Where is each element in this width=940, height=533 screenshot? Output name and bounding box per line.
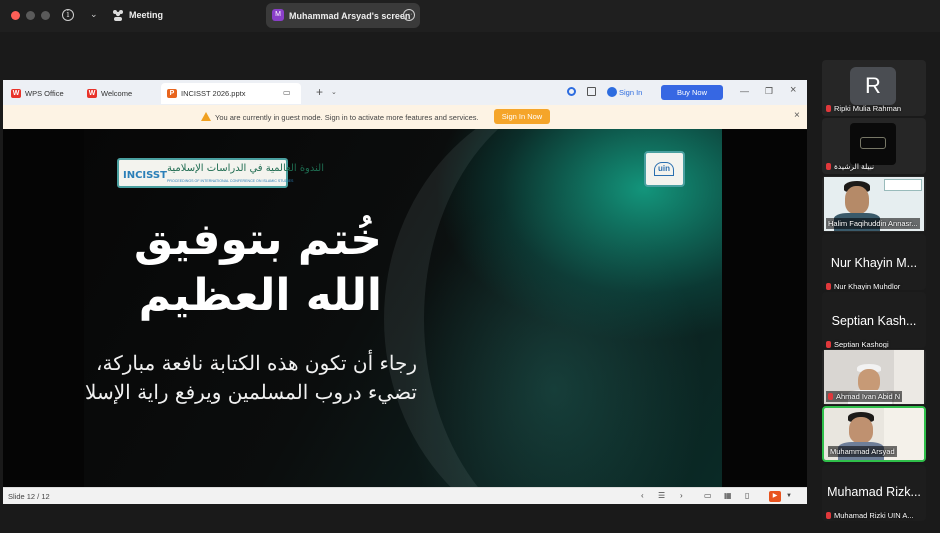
tab-incisst-pptx[interactable]: P INCISST 2026.pptx ▭ — [161, 83, 301, 104]
participant-tile[interactable]: نبيلة الرشيدة — [822, 118, 926, 174]
participant-name: Halim Faqihuddin Annasr... — [826, 218, 920, 229]
warning-icon — [201, 112, 211, 121]
participant-tile[interactable]: Muhamad Rizk... Muhamad Rizki UIN A... — [822, 465, 926, 521]
slide-counter: Slide 12 / 12 — [8, 492, 50, 501]
logo-arabic-text: الندوة العالمية في الدراسات الإسلامية — [167, 163, 324, 174]
sign-in-now-button[interactable]: Sign In Now — [494, 109, 550, 124]
slide: INCISST الندوة العالمية في الدراسات الإس… — [84, 129, 722, 487]
minimize-icon[interactable]: — — [740, 86, 749, 96]
profile-picture — [850, 123, 896, 165]
tab-label: WPS Office — [25, 89, 64, 98]
slide-list-icon[interactable]: ☰ — [658, 491, 665, 500]
slide-body-line-1: رجاء أن تكون هذه الكتابة نافعة مباركة، — [96, 351, 417, 375]
uin-logo-text: uin — [654, 162, 674, 176]
uin-logo: uin — [644, 151, 685, 187]
guest-mode-banner: You are currently in guest mode. Sign in… — [3, 105, 807, 129]
participant-name: Ripki Mulia Rahman — [826, 104, 901, 113]
wps-tab-bar: W WPS Office W Welcome P INCISST 2026.pp… — [3, 80, 807, 105]
wps-logo-icon: W — [11, 89, 21, 98]
chevron-down-icon[interactable]: ⌄ — [90, 9, 98, 20]
play-slideshow-icon[interactable]: ▶ — [769, 491, 781, 502]
info-icon[interactable]: i — [62, 9, 74, 21]
next-slide-icon[interactable]: › — [680, 491, 683, 500]
mic-muted-icon — [826, 163, 831, 170]
meeting-participants-icon — [113, 10, 123, 21]
participant-name: Septian Kashogi — [826, 340, 889, 348]
mic-muted-icon — [826, 105, 831, 112]
incisst-logo: INCISST الندوة العالمية في الدراسات الإس… — [117, 158, 324, 188]
slide-title-line-2: الله العظيم — [138, 270, 382, 321]
layout-icon[interactable] — [587, 87, 596, 96]
restore-icon[interactable]: ❐ — [765, 86, 773, 97]
tab-window-icon[interactable]: ▭ — [283, 88, 291, 97]
logo-short-text: INCISST — [123, 170, 167, 181]
sign-in-link[interactable]: Sign In — [619, 88, 642, 97]
close-icon[interactable]: × — [790, 84, 796, 96]
chevron-down-icon[interactable]: ▼ — [786, 493, 792, 499]
mic-muted-icon — [826, 341, 831, 348]
participants-panel: R Ripki Mulia Rahman نبيلة الرشيدة Halim… — [822, 60, 926, 523]
participant-display-name: Muhamad Rizk... — [827, 485, 921, 499]
shared-wps-window: W WPS Office W Welcome P INCISST 2026.pp… — [3, 80, 807, 504]
tab-welcome[interactable]: W Welcome — [81, 83, 159, 104]
tab-wps-office[interactable]: W WPS Office — [5, 83, 79, 104]
normal-view-icon[interactable]: ▭ — [704, 491, 712, 500]
participant-display-name: Septian Kash... — [831, 314, 917, 328]
avatar: R — [850, 67, 896, 105]
buy-now-button[interactable]: Buy Now — [661, 85, 723, 100]
zoom-top-bar: i ⌄ Meeting M Muhammad Arsyad's screen ·… — [0, 0, 940, 32]
reading-view-icon[interactable]: ▯ — [745, 491, 749, 500]
previous-slide-icon[interactable]: ‹ — [641, 491, 644, 500]
presentation-file-icon: P — [167, 89, 177, 98]
user-icon[interactable] — [607, 87, 617, 97]
screen-share-label: Muhammad Arsyad's screen — [289, 11, 411, 21]
participant-tile[interactable]: Ahmad Ivan Abid N — [822, 349, 926, 405]
logo-english-text: PROCEEDINGS OF INTERNATIONAL CONFERENCE … — [167, 179, 294, 183]
slide-sorter-icon[interactable]: ▦ — [724, 491, 732, 500]
more-options-icon[interactable]: ··· — [403, 9, 415, 21]
chevron-down-icon[interactable]: ⌄ — [331, 88, 337, 96]
participant-tile[interactable]: Septian Kash... Septian Kashogi — [822, 292, 926, 348]
wps-logo-icon: W — [87, 89, 97, 98]
participant-name: Muhammad Arsyad — [828, 446, 897, 457]
close-icon[interactable]: × — [794, 110, 800, 121]
participant-name: Muhamad Rizki UIN A... — [826, 511, 914, 520]
meeting-label[interactable]: Meeting — [129, 10, 163, 20]
screen-share-indicator[interactable]: M Muhammad Arsyad's screen ··· — [266, 3, 420, 28]
slide-title-line-1: خُتم بتوفيق — [134, 214, 382, 265]
participant-display-name: Nur Khayin M... — [830, 256, 918, 270]
participant-name: Nur Khayin Muhdlor — [826, 282, 900, 290]
participant-tile-active-speaker[interactable]: Muhammad Arsyad — [822, 406, 926, 462]
slide-body-line-2: تضيء دروب المسلمين ويرفع راية الإسلام عا… — [84, 380, 417, 404]
wps-status-bar: Slide 12 / 12 ‹ ☰ › ▭ ▦ ▯ ▶ ▼ — [3, 487, 807, 504]
slide-title: خُتم بتوفيق الله العظيم — [134, 212, 382, 324]
slide-body-text: رجاء أن تكون هذه الكتابة نافعة مباركة، ت… — [84, 349, 417, 407]
presenter-avatar: M — [272, 9, 284, 21]
participant-name: نبيلة الرشيدة — [826, 162, 874, 171]
tab-label: Welcome — [101, 89, 133, 98]
mic-muted-icon — [826, 512, 831, 519]
participant-tile[interactable]: Halim Faqihuddin Annasr... — [822, 176, 926, 232]
new-tab-icon[interactable]: + — [316, 85, 323, 99]
minimize-window-button[interactable] — [26, 11, 35, 20]
tab-label: INCISST 2026.pptx — [181, 89, 246, 98]
participant-tile[interactable]: Nur Khayin M... Nur Khayin Muhdlor — [822, 234, 926, 290]
participant-tile[interactable]: R Ripki Mulia Rahman — [822, 60, 926, 116]
mic-muted-icon — [828, 393, 833, 400]
participant-name: Ahmad Ivan Abid N — [826, 391, 903, 402]
slide-viewport: INCISST الندوة العالمية في الدراسات الإس… — [3, 129, 807, 487]
maximize-window-button[interactable] — [41, 11, 50, 20]
guest-mode-message: You are currently in guest mode. Sign in… — [215, 113, 479, 122]
assistant-icon[interactable] — [567, 87, 576, 96]
mic-muted-icon — [826, 283, 831, 290]
close-window-button[interactable] — [11, 11, 20, 20]
